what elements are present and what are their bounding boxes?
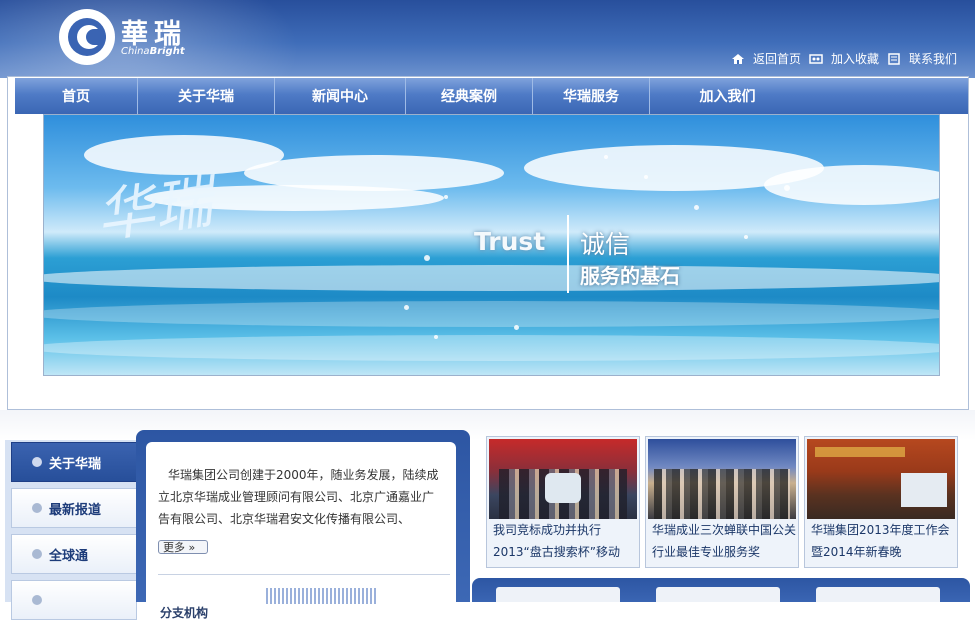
news-photo xyxy=(807,439,955,519)
about-text: 华瑞集团公司创建于2000年，随业务发展，陆续成立北京华瑞成业管理顾问有限公司、… xyxy=(158,468,439,526)
sidebar-item-latest[interactable]: 最新报道 xyxy=(11,488,137,528)
bullet-icon xyxy=(32,503,42,513)
nav-item-about[interactable]: 关于华瑞 xyxy=(138,78,275,114)
news-caption: 华瑞集团2013年度工作会暨2014年新春晚 xyxy=(811,523,950,559)
sidebar-item-about[interactable]: 关于华瑞 xyxy=(11,442,137,482)
nav-item-join[interactable]: 加入我们 xyxy=(650,78,805,114)
logo-icon[interactable] xyxy=(59,9,115,65)
home-link[interactable]: 返回首页 xyxy=(731,50,801,67)
bookmark-link[interactable]: 加入收藏 xyxy=(809,50,879,67)
news-card[interactable]: 我司竞标成功并执行 2013“盘古搜索杯”移动 xyxy=(486,436,640,568)
home-icon xyxy=(731,53,744,64)
contact-icon xyxy=(888,52,900,65)
banner-brush-text: 华瑞 xyxy=(91,167,217,251)
about-panel: 华瑞集团公司创建于2000年，随业务发展，陆续成立北京华瑞成业管理顾问有限公司、… xyxy=(136,430,470,620)
about-divider xyxy=(158,574,450,575)
sidebar-item-label: 全球通 xyxy=(49,548,89,564)
nav-item-cases[interactable]: 经典案例 xyxy=(406,78,533,114)
banner-divider xyxy=(567,215,569,293)
bookmark-icon xyxy=(809,53,823,64)
top-links: 返回首页 加入收藏 联系我们 xyxy=(731,50,957,67)
hero-banner: 华瑞 Trust 诚信 服务的基石 xyxy=(43,114,940,376)
lower-tab[interactable] xyxy=(496,587,620,602)
lower-tab[interactable] xyxy=(656,587,780,602)
sidebar-item-global[interactable]: 全球通 xyxy=(11,534,137,574)
bullet-icon xyxy=(32,595,42,605)
more-button[interactable]: 更多 » xyxy=(158,540,208,554)
more-button-label: 更多 xyxy=(163,541,185,554)
news-photo xyxy=(489,439,637,519)
site-header: 華瑞 ChinaBright 返回首页 加入收藏 联系我们 xyxy=(0,0,975,78)
sidebar: 关于华瑞 最新报道 全球通 xyxy=(5,440,137,620)
news-caption: 华瑞成业三次蝉联中国公关行业最佳专业服务奖 xyxy=(652,523,797,559)
main-nav: 首页 关于华瑞 新闻中心 经典案例 华瑞服务 加入我们 xyxy=(15,78,968,114)
banner-integrity-text: 诚信 xyxy=(580,230,631,259)
about-content: 华瑞集团公司创建于2000年，随业务发展，陆续成立北京华瑞成业管理顾问有限公司、… xyxy=(146,442,456,620)
home-link-label: 返回首页 xyxy=(752,52,801,66)
bookmark-link-label: 加入收藏 xyxy=(830,52,879,66)
logo-subtitle: ChinaBright xyxy=(121,46,185,57)
contact-link-label: 联系我们 xyxy=(908,52,957,66)
news-photo xyxy=(648,439,796,519)
sidebar-item-label: 最新报道 xyxy=(49,502,102,518)
news-caption: 我司竞标成功并执行 2013“盘古搜索杯”移动 xyxy=(493,523,620,559)
banner-trust-text: Trust xyxy=(474,227,546,256)
banner-slogan: 服务的基石 xyxy=(580,264,680,288)
branches-heading: 分支机构 xyxy=(160,606,209,620)
nav-item-services[interactable]: 华瑞服务 xyxy=(533,78,650,114)
nav-item-news[interactable]: 新闻中心 xyxy=(275,78,406,114)
nav-item-home[interactable]: 首页 xyxy=(15,78,138,114)
sidebar-item-more[interactable] xyxy=(11,580,137,620)
lower-tab[interactable] xyxy=(816,587,940,602)
news-card[interactable]: 华瑞成业三次蝉联中国公关行业最佳专业服务奖 xyxy=(645,436,799,568)
bullet-icon xyxy=(32,457,42,467)
contact-link[interactable]: 联系我们 xyxy=(887,50,957,67)
news-card[interactable]: 华瑞集团2013年度工作会暨2014年新春晚 xyxy=(804,436,958,568)
bullet-icon xyxy=(32,549,42,559)
sidebar-item-label: 关于华瑞 xyxy=(49,456,102,472)
